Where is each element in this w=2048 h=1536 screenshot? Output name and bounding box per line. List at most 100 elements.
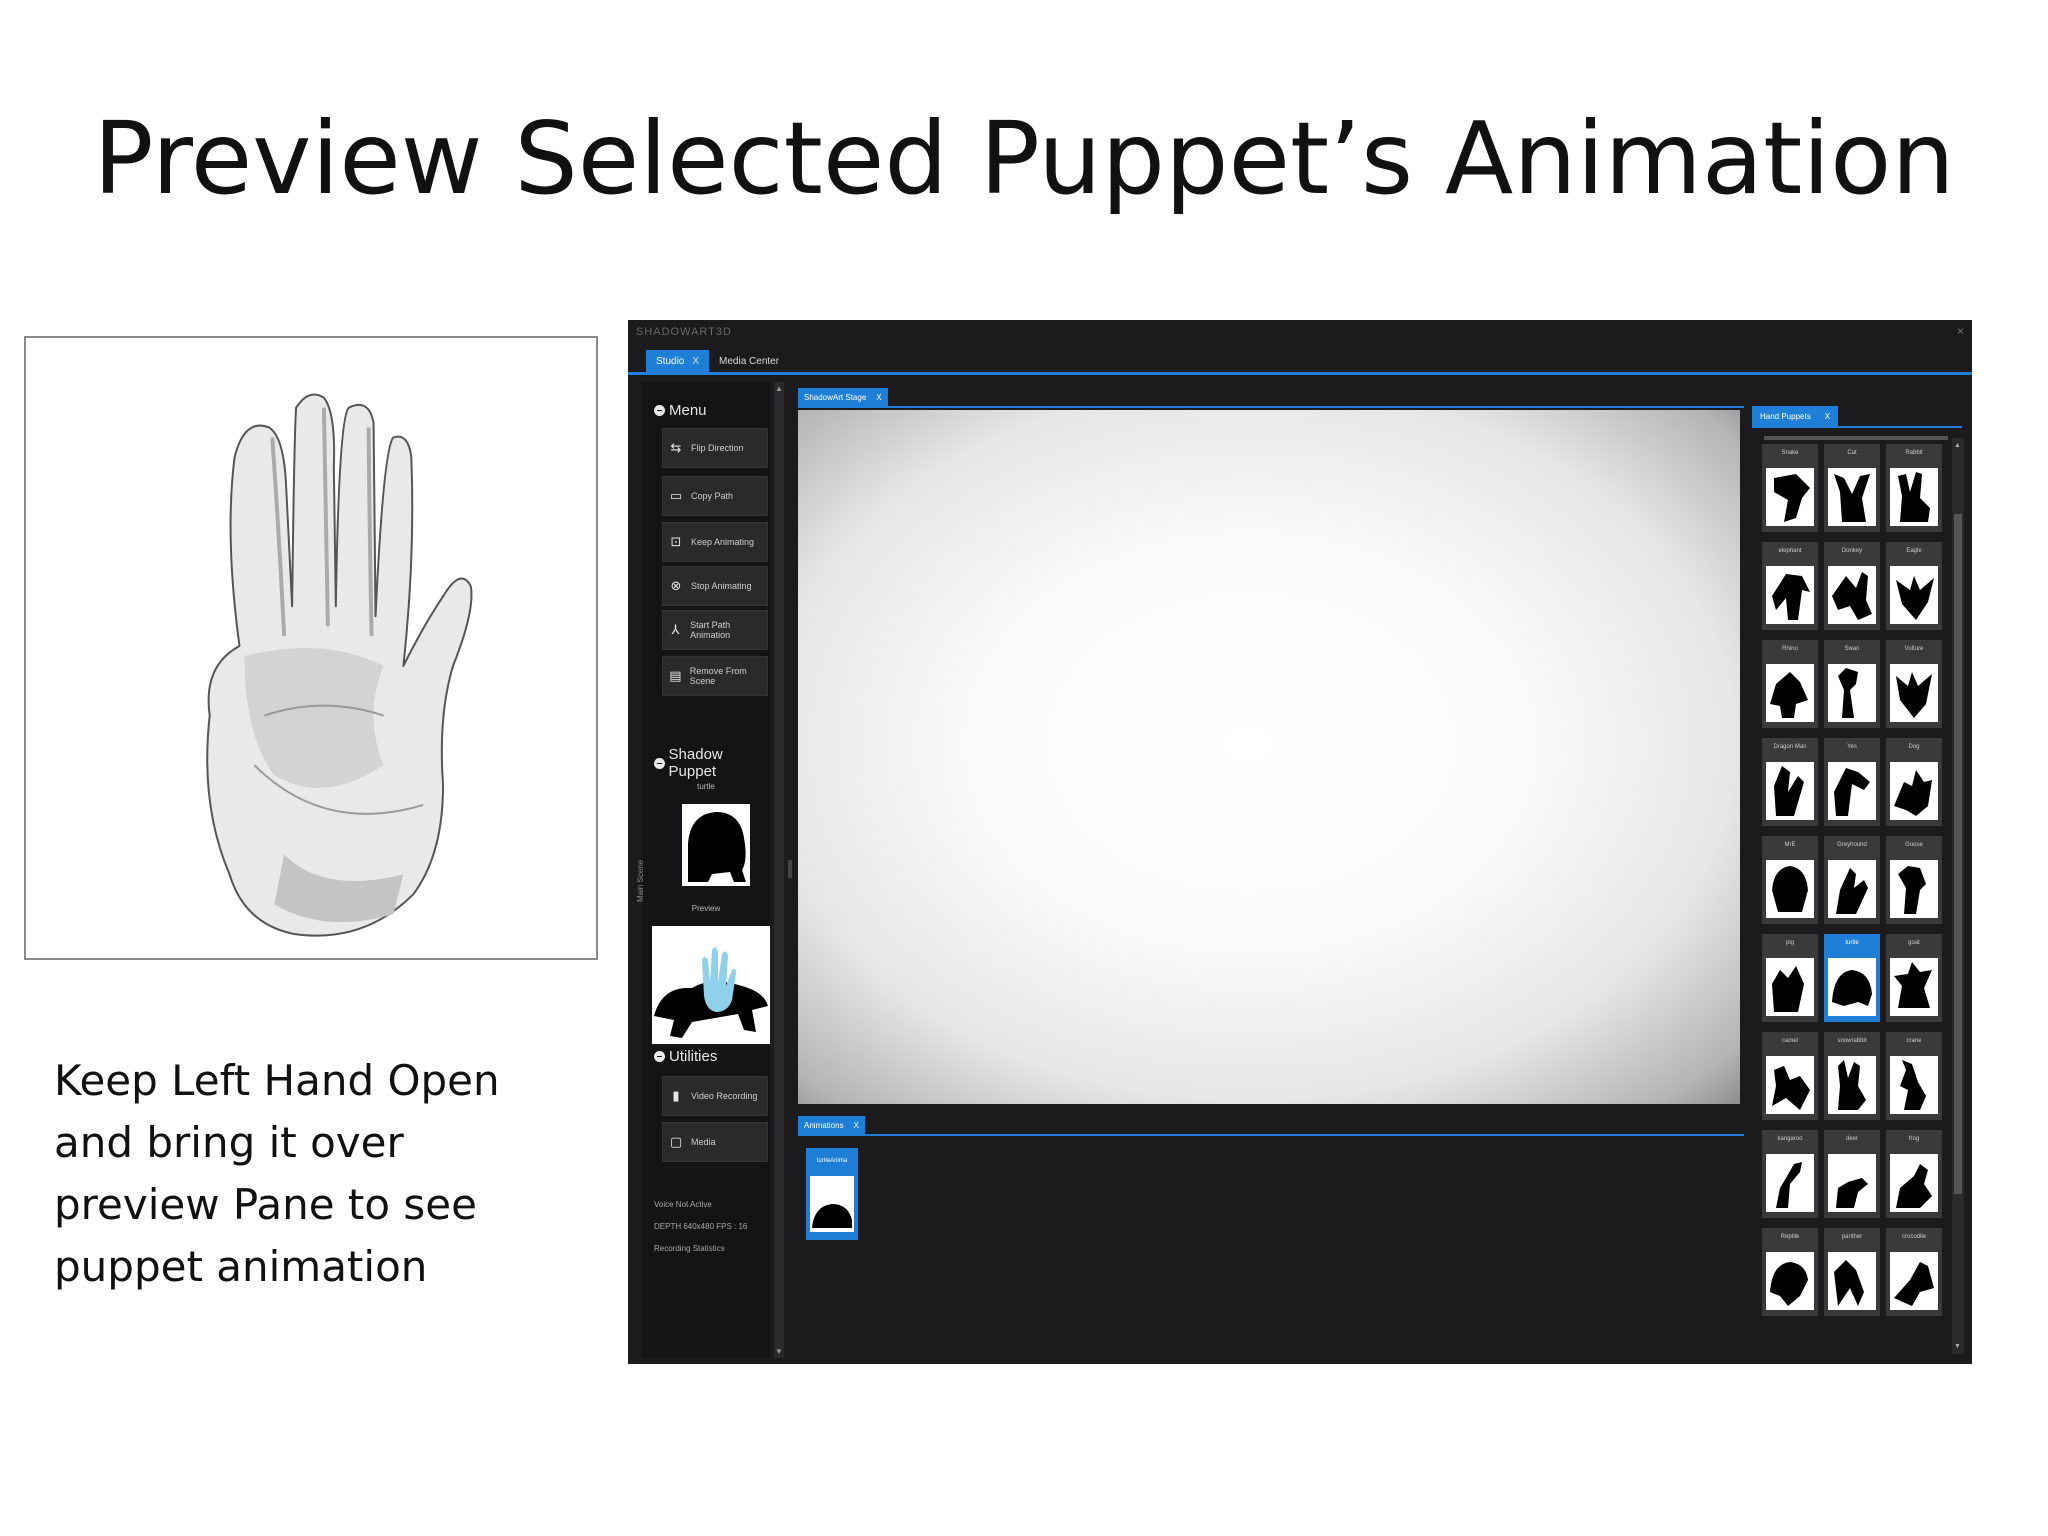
hand-puppet-item[interactable]: Reptile <box>1762 1228 1818 1316</box>
tab-animations[interactable]: Animations X <box>798 1116 865 1134</box>
flip-direction-button[interactable]: ⇆ Flip Direction <box>662 428 768 468</box>
hand-shadow-silhouette <box>1896 672 1932 718</box>
collapse-icon[interactable] <box>654 757 665 769</box>
book-icon: ▭ <box>669 488 683 503</box>
stop-animating-button[interactable]: ⊗ Stop Animating <box>662 566 768 606</box>
hand-puppet-image <box>1766 664 1814 722</box>
hand-puppet-item[interactable]: Goose <box>1886 836 1942 924</box>
tab-label: Media Center <box>719 355 780 367</box>
hand-puppet-image <box>1828 762 1876 820</box>
silhouette-shape <box>1898 472 1930 522</box>
hand-puppet-item[interactable]: Dragon Man <box>1762 738 1818 826</box>
video-recording-button[interactable]: ▮ Video Recording <box>662 1076 768 1116</box>
hand-shadow-silhouette <box>1898 472 1930 522</box>
shadow-puppet-heading[interactable]: Shadow Puppet <box>654 746 770 780</box>
hand-puppet-item[interactable]: Snake <box>1762 444 1818 532</box>
scroll-down-icon[interactable]: ▼ <box>775 1347 783 1356</box>
keep-animating-button[interactable]: ⊡ Keep Animating <box>662 522 768 562</box>
panel-splitter[interactable] <box>788 860 792 878</box>
silhouette-shape <box>1898 866 1926 914</box>
collapse-icon[interactable] <box>654 1051 665 1062</box>
hand-puppet-item[interactable]: MrE <box>1762 836 1818 924</box>
hand-puppet-item[interactable]: Rabbit <box>1886 444 1942 532</box>
scroll-up-icon[interactable]: ▲ <box>1954 442 1961 449</box>
hand-puppet-item[interactable]: panther <box>1824 1228 1880 1316</box>
silhouette-shape <box>1836 868 1868 914</box>
path-icon: ⅄ <box>671 622 680 637</box>
caption-line: Keep Left Hand Open <box>54 1056 500 1105</box>
hand-puppet-item[interactable]: elephant <box>1762 542 1818 630</box>
preview-label: Preview <box>691 904 721 913</box>
scroll-down-icon[interactable]: ▼ <box>1954 1343 1961 1350</box>
hand-puppet-item[interactable]: crocodile <box>1886 1228 1942 1316</box>
hand-puppet-item[interactable]: Yes <box>1824 738 1880 826</box>
app-window: SHADOWART3D × Studio X Media Center Menu… <box>628 320 1972 1364</box>
hand-puppet-label: snowrabbit <box>1837 1038 1867 1044</box>
selected-puppet-thumbnail <box>682 804 750 886</box>
hand-shadow-silhouette <box>1838 1060 1866 1110</box>
preview-pane[interactable] <box>652 926 770 1044</box>
hand-puppet-label: Goose <box>1905 842 1923 848</box>
copy-path-button[interactable]: ▭ Copy Path <box>662 476 768 516</box>
hand-puppets-grid: Snake Cat Rabbit elephant Donkey Eagle Rhino Sw… <box>1762 444 1948 1316</box>
hand-puppet-image <box>1890 566 1938 624</box>
hand-puppet-image <box>1828 664 1876 722</box>
hand-puppet-item[interactable]: snowrabbit <box>1824 1032 1880 1120</box>
tab-hand-puppets[interactable]: Hand Puppets X <box>1752 406 1839 426</box>
hand-puppet-item[interactable]: Donkey <box>1824 542 1880 630</box>
hand-puppet-image <box>1766 566 1814 624</box>
hand-puppet-image <box>1828 1154 1876 1212</box>
hand-puppets-scrollbar[interactable]: ▲ ▼ <box>1952 438 1964 1354</box>
hand-puppet-item[interactable]: Dog <box>1886 738 1942 826</box>
utilities-heading[interactable]: Utilities <box>654 1048 717 1065</box>
tab-media-center[interactable]: Media Center <box>709 350 789 372</box>
close-icon[interactable]: X <box>692 356 699 367</box>
tab-studio[interactable]: Studio X <box>646 350 710 372</box>
hand-puppet-image <box>1828 860 1876 918</box>
hand-puppet-item[interactable]: Swan <box>1824 640 1880 728</box>
hand-puppet-item[interactable]: goat <box>1886 934 1942 1022</box>
silhouette-shape <box>1776 1162 1802 1208</box>
tab-shadowart-stage[interactable]: ShadowArt Stage X <box>798 388 888 406</box>
hand-shadow-silhouette <box>1772 866 1808 912</box>
menu-heading[interactable]: Menu <box>654 402 707 419</box>
hand-puppet-label: frog <box>1908 1136 1920 1142</box>
hand-puppet-item[interactable]: camel <box>1762 1032 1818 1120</box>
scroll-thumb[interactable] <box>1954 514 1962 1194</box>
monitor-icon: ▢ <box>669 1134 683 1149</box>
hand-puppet-label: Donkey <box>1841 548 1863 554</box>
tab-label: Animations <box>804 1120 844 1130</box>
hand-puppet-item[interactable]: Vulture <box>1886 640 1942 728</box>
close-icon[interactable]: X <box>854 1121 859 1130</box>
hand-puppet-item[interactable]: Rhino <box>1762 640 1818 728</box>
hand-puppet-image <box>1890 664 1938 722</box>
left-panel: Menu ⇆ Flip Direction ▭ Copy Path ⊡ Keep… <box>636 382 770 1358</box>
left-panel-scrollbar[interactable]: ▲ ▼ <box>774 382 784 1358</box>
remove-from-scene-button[interactable]: ▤ Remove From Scene <box>662 656 768 696</box>
hand-puppet-item[interactable]: kangaroo <box>1762 1130 1818 1218</box>
hand-puppets-tab-underline <box>1752 426 1962 428</box>
hand-puppet-item[interactable]: frog <box>1886 1130 1942 1218</box>
media-button[interactable]: ▢ Media <box>662 1122 768 1162</box>
button-label: Media <box>691 1137 716 1147</box>
hand-puppet-item[interactable]: pig <box>1762 934 1818 1022</box>
collapse-icon[interactable] <box>654 405 665 416</box>
hand-puppet-item[interactable]: Cat <box>1824 444 1880 532</box>
close-icon[interactable]: X <box>1825 412 1830 421</box>
silhouette-shape <box>1774 766 1804 816</box>
close-icon[interactable]: X <box>876 393 881 402</box>
window-close-icon[interactable]: × <box>1957 324 1964 338</box>
animations-tab-underline <box>798 1134 1744 1136</box>
hand-puppet-item[interactable]: Greyhound <box>1824 836 1880 924</box>
scroll-up-icon[interactable]: ▲ <box>775 384 783 393</box>
start-path-animation-button[interactable]: ⅄ Start Path Animation <box>662 610 768 650</box>
hand-shadow-silhouette <box>1834 768 1870 816</box>
hand-puppet-item[interactable]: crane <box>1886 1032 1942 1120</box>
hand-puppet-item[interactable]: turtle <box>1824 934 1880 1022</box>
hand-puppet-item[interactable]: Eagle <box>1886 542 1942 630</box>
animation-item[interactable]: turtleAnima <box>806 1148 858 1240</box>
voice-status: Voice Not Active <box>654 1200 712 1209</box>
hand-puppet-item[interactable]: deer <box>1824 1130 1880 1218</box>
hand-shadow-silhouette <box>1774 766 1804 816</box>
shadowart-stage[interactable] <box>798 410 1740 1104</box>
